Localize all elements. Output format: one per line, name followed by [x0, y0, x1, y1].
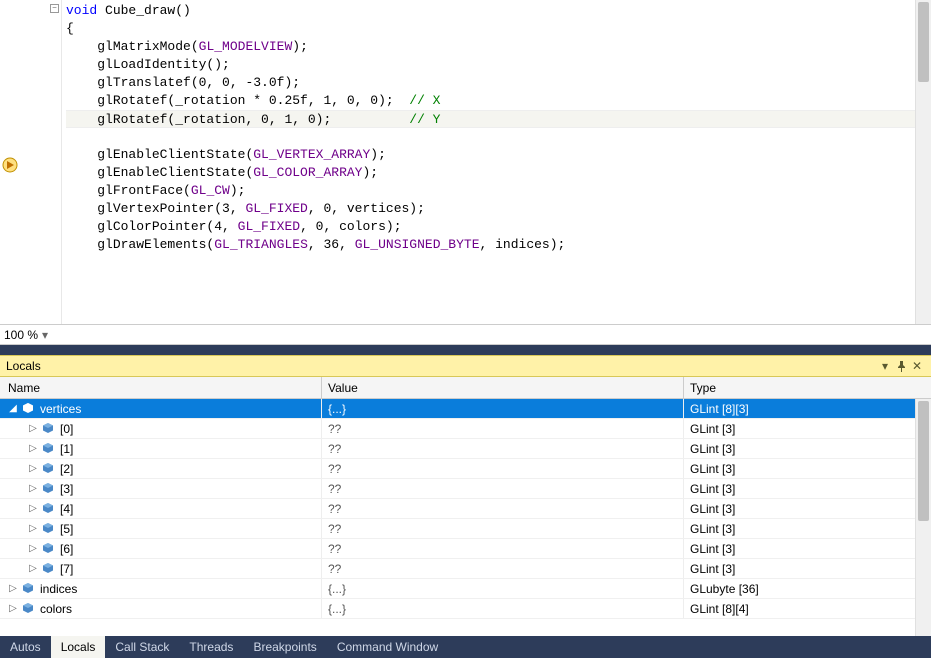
header-value[interactable]: Value [322, 377, 684, 398]
code-line[interactable]: glDrawElements(GL_TRIANGLES, 36, GL_UNSI… [66, 236, 931, 254]
bottom-tab-strip: AutosLocalsCall StackThreadsBreakpointsC… [0, 636, 931, 658]
pin-icon[interactable] [893, 358, 909, 374]
var-type: GLint [3] [684, 419, 931, 438]
locals-grid[interactable]: ◢vertices{...}GLint [8][3]▷[0]??GLint [3… [0, 399, 931, 636]
tab-call-stack[interactable]: Call Stack [105, 636, 179, 658]
tab-command-window[interactable]: Command Window [327, 636, 448, 658]
locals-row[interactable]: ◢ vertices {...}GLint [8][3] [0, 399, 931, 419]
var-name: colors [40, 602, 72, 616]
locals-panel-titlebar: Locals ▾ ✕ [0, 355, 931, 377]
code-line[interactable]: glRotatef(_rotation, 0, 1, 0); // Y [66, 110, 931, 128]
var-type: GLint [8][4] [684, 599, 931, 618]
code-line[interactable]: void Cube_draw() [66, 2, 931, 20]
locals-row[interactable]: ▷ [4]??GLint [3] [0, 499, 931, 519]
var-type: GLubyte [36] [684, 579, 931, 598]
var-type: GLint [3] [684, 459, 931, 478]
code-line[interactable] [66, 128, 931, 146]
var-name: [5] [60, 522, 73, 536]
close-icon[interactable]: ✕ [909, 358, 925, 374]
code-line[interactable]: glVertexPointer(3, GL_FIXED, 0, vertices… [66, 200, 931, 218]
fold-toggle[interactable]: − [50, 4, 59, 13]
var-value[interactable]: ?? [322, 539, 684, 558]
expander-icon[interactable]: ▷ [26, 542, 40, 556]
locals-row[interactable]: ▷ [2]??GLint [3] [0, 459, 931, 479]
locals-row[interactable]: ▷ [6]??GLint [3] [0, 539, 931, 559]
var-value[interactable]: ?? [322, 479, 684, 498]
var-type: GLint [3] [684, 539, 931, 558]
locals-row[interactable]: ▷ colors {...}GLint [8][4] [0, 599, 931, 619]
editor-gutter: − [0, 0, 62, 324]
locals-row[interactable]: ▷ [3]??GLint [3] [0, 479, 931, 499]
window-dropdown-icon[interactable]: ▾ [877, 358, 893, 374]
expander-icon[interactable]: ◢ [6, 402, 20, 416]
code-line[interactable]: glFrontFace(GL_CW); [66, 182, 931, 200]
expander-icon[interactable]: ▷ [26, 422, 40, 436]
var-value[interactable]: ?? [322, 559, 684, 578]
code-line[interactable]: glLoadIdentity(); [66, 56, 931, 74]
expander-icon[interactable]: ▷ [26, 522, 40, 536]
var-value[interactable]: ?? [322, 459, 684, 478]
var-name: indices [40, 582, 77, 596]
var-value[interactable]: {...} [322, 399, 684, 418]
locals-row[interactable]: ▷ [1]??GLint [3] [0, 439, 931, 459]
var-name: [3] [60, 482, 73, 496]
locals-grid-header: Name Value Type [0, 377, 931, 399]
locals-row[interactable]: ▷ [5]??GLint [3] [0, 519, 931, 539]
var-type: GLint [3] [684, 519, 931, 538]
var-type: GLint [3] [684, 479, 931, 498]
var-name: [0] [60, 422, 73, 436]
var-name: [1] [60, 442, 73, 456]
var-type: GLint [3] [684, 439, 931, 458]
code-line[interactable]: { [66, 20, 931, 38]
var-value[interactable]: {...} [322, 579, 684, 598]
var-type: GLint [3] [684, 559, 931, 578]
var-name: [2] [60, 462, 73, 476]
splitter[interactable] [0, 345, 931, 355]
expander-icon[interactable]: ▷ [6, 602, 20, 616]
zoom-value: 100 % [4, 328, 38, 342]
var-value[interactable]: ?? [322, 419, 684, 438]
locals-row[interactable]: ▷ [0]??GLint [3] [0, 419, 931, 439]
var-type: GLint [3] [684, 499, 931, 518]
expander-icon[interactable]: ▷ [26, 462, 40, 476]
code-line[interactable]: glColorPointer(4, GL_FIXED, 0, colors); [66, 218, 931, 236]
var-value[interactable]: ?? [322, 499, 684, 518]
code-line[interactable]: glTranslatef(0, 0, -3.0f); [66, 74, 931, 92]
code-line[interactable]: glRotatef(_rotation * 0.25f, 1, 0, 0); /… [66, 92, 931, 110]
code-line[interactable]: glEnableClientState(GL_COLOR_ARRAY); [66, 164, 931, 182]
header-name[interactable]: Name [0, 377, 322, 398]
expander-icon[interactable]: ▷ [26, 562, 40, 576]
var-value[interactable]: ?? [322, 439, 684, 458]
locals-scrollbar[interactable] [915, 399, 931, 636]
tab-threads[interactable]: Threads [179, 636, 243, 658]
tab-locals[interactable]: Locals [51, 636, 106, 658]
var-name: [7] [60, 562, 73, 576]
tab-breakpoints[interactable]: Breakpoints [243, 636, 326, 658]
var-value[interactable]: {...} [322, 599, 684, 618]
var-name: [6] [60, 542, 73, 556]
var-value[interactable]: ?? [322, 519, 684, 538]
code-body[interactable]: void Cube_draw(){ glMatrixMode(GL_MODELV… [62, 0, 931, 324]
execution-pointer-icon [2, 157, 18, 173]
var-name: [4] [60, 502, 73, 516]
expander-icon[interactable]: ▷ [26, 442, 40, 456]
locals-row[interactable]: ▷ indices {...}GLubyte [36] [0, 579, 931, 599]
code-editor[interactable]: − void Cube_draw(){ glMatrixMode(GL_MODE… [0, 0, 931, 325]
zoom-dropdown-icon[interactable]: ▾ [42, 328, 48, 342]
editor-scrollbar[interactable] [915, 0, 931, 324]
zoom-bar: 100 % ▾ [0, 325, 931, 345]
expander-icon[interactable]: ▷ [6, 582, 20, 596]
var-name: vertices [40, 402, 81, 416]
expander-icon[interactable]: ▷ [26, 482, 40, 496]
code-line[interactable]: glEnableClientState(GL_VERTEX_ARRAY); [66, 146, 931, 164]
header-type[interactable]: Type [684, 377, 931, 398]
tab-autos[interactable]: Autos [0, 636, 51, 658]
var-type: GLint [8][3] [684, 399, 931, 418]
expander-icon[interactable]: ▷ [26, 502, 40, 516]
locals-panel-title: Locals [6, 359, 877, 373]
locals-row[interactable]: ▷ [7]??GLint [3] [0, 559, 931, 579]
code-line[interactable]: glMatrixMode(GL_MODELVIEW); [66, 38, 931, 56]
